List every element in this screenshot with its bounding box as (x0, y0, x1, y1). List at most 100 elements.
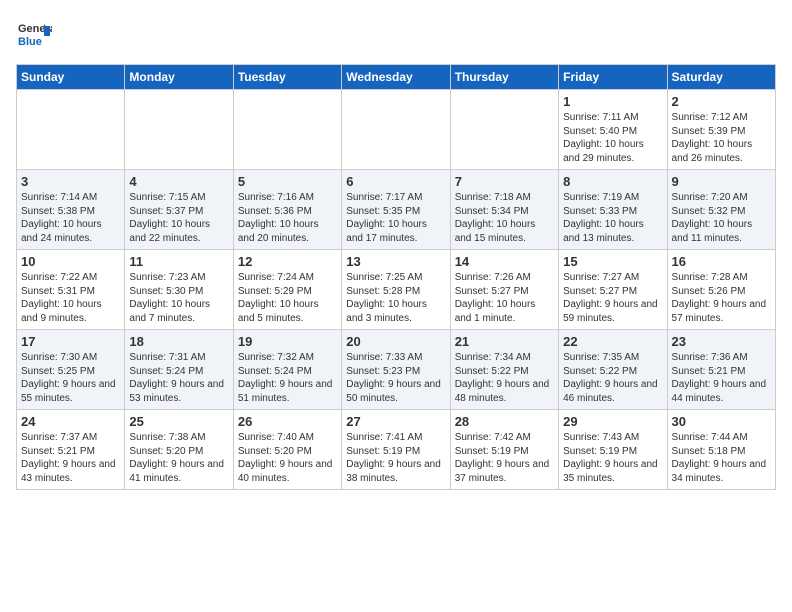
day-number: 14 (455, 254, 554, 269)
calendar-cell: 15 Sunrise: 7:27 AMSunset: 5:27 PMDayligh… (559, 250, 667, 330)
calendar-cell (342, 90, 450, 170)
day-number: 18 (129, 334, 228, 349)
calendar-cell: 9Sunrise: 7:20 AMSunset: 5:32 PMDaylight… (667, 170, 775, 250)
day-info: Sunrise: 7:12 AMSunset: 5:39 PMDaylight:… (672, 111, 771, 165)
calendar-cell: 23 Sunrise: 7:36 AMSunset: 5:21 PMDayligh… (667, 330, 775, 410)
day-info: Sunrise: 7:16 AMSunset: 5:36 PMDaylight:… (238, 191, 337, 245)
calendar-cell: 20 Sunrise: 7:33 AMSunset: 5:23 PMDayligh… (342, 330, 450, 410)
calendar-cell: 3 Sunrise: 7:14 AMSunset: 5:38 PMDaylight… (17, 170, 125, 250)
day-info: Sunrise: 7:38 AMSunset: 5:20 PMDaylight:… (129, 431, 228, 485)
day-number: 15 (563, 254, 662, 269)
day-info: Sunrise: 7:34 AMSunset: 5:22 PMDaylight:… (455, 351, 554, 405)
calendar-cell: 24 Sunrise: 7:37 AMSunset: 5:21 PMDayligh… (17, 410, 125, 490)
day-header-wednesday: Wednesday (342, 65, 450, 90)
day-info: Sunrise: 7:43 AMSunset: 5:19 PMDaylight:… (563, 431, 662, 485)
calendar-cell: 25 Sunrise: 7:38 AMSunset: 5:20 PMDayligh… (125, 410, 233, 490)
day-number: 30 (672, 414, 771, 429)
day-header-tuesday: Tuesday (233, 65, 341, 90)
logo: General Blue (16, 16, 52, 52)
day-info: Sunrise: 7:27 AMSunset: 5:27 PMDaylight:… (563, 271, 662, 325)
header: General Blue (16, 16, 776, 52)
day-info: Sunrise: 7:25 AMSunset: 5:28 PMDaylight:… (346, 271, 445, 325)
day-info: Sunrise: 7:36 AMSunset: 5:21 PMDaylight:… (672, 351, 771, 405)
day-header-thursday: Thursday (450, 65, 558, 90)
day-info: Sunrise: 7:11 AMSunset: 5:40 PMDaylight:… (563, 111, 662, 165)
day-info: Sunrise: 7:22 AMSunset: 5:31 PMDaylight:… (21, 271, 120, 325)
day-info: Sunrise: 7:20 AMSunset: 5:32 PMDaylight:… (672, 191, 771, 245)
calendar-table: SundayMondayTuesdayWednesdayThursdayFrid… (16, 64, 776, 490)
day-info: Sunrise: 7:17 AMSunset: 5:35 PMDaylight:… (346, 191, 445, 245)
week-row-2: 3 Sunrise: 7:14 AMSunset: 5:38 PMDaylight… (17, 170, 776, 250)
week-row-1: 1 Sunrise: 7:11 AMSunset: 5:40 PMDaylight… (17, 90, 776, 170)
day-number: 21 (455, 334, 554, 349)
day-number: 20 (346, 334, 445, 349)
day-info: Sunrise: 7:15 AMSunset: 5:37 PMDaylight:… (129, 191, 228, 245)
day-info: Sunrise: 7:37 AMSunset: 5:21 PMDaylight:… (21, 431, 120, 485)
header-row: SundayMondayTuesdayWednesdayThursdayFrid… (17, 65, 776, 90)
day-info: Sunrise: 7:33 AMSunset: 5:23 PMDaylight:… (346, 351, 445, 405)
day-info: Sunrise: 7:30 AMSunset: 5:25 PMDaylight:… (21, 351, 120, 405)
day-number: 1 (563, 94, 662, 109)
calendar-cell: 18 Sunrise: 7:31 AMSunset: 5:24 PMDayligh… (125, 330, 233, 410)
day-info: Sunrise: 7:44 AMSunset: 5:18 PMDaylight:… (672, 431, 771, 485)
calendar-cell: 6Sunrise: 7:17 AMSunset: 5:35 PMDaylight… (342, 170, 450, 250)
calendar-cell (125, 90, 233, 170)
calendar-cell: 14Sunrise: 7:26 AMSunset: 5:27 PMDayligh… (450, 250, 558, 330)
day-number: 17 (21, 334, 120, 349)
day-number: 24 (21, 414, 120, 429)
day-info: Sunrise: 7:40 AMSunset: 5:20 PMDaylight:… (238, 431, 337, 485)
day-number: 11 (129, 254, 228, 269)
day-number: 2 (672, 94, 771, 109)
calendar-cell: 7 Sunrise: 7:18 AMSunset: 5:34 PMDaylight… (450, 170, 558, 250)
calendar-cell: 16 Sunrise: 7:28 AMSunset: 5:26 PMDayligh… (667, 250, 775, 330)
day-number: 10 (21, 254, 120, 269)
day-number: 3 (21, 174, 120, 189)
calendar-cell: 13 Sunrise: 7:25 AMSunset: 5:28 PMDayligh… (342, 250, 450, 330)
calendar-cell: 8Sunrise: 7:19 AMSunset: 5:33 PMDaylight… (559, 170, 667, 250)
calendar-cell: 21 Sunrise: 7:34 AMSunset: 5:22 PMDayligh… (450, 330, 558, 410)
day-number: 22 (563, 334, 662, 349)
calendar-cell: 17 Sunrise: 7:30 AMSunset: 5:25 PMDayligh… (17, 330, 125, 410)
day-number: 23 (672, 334, 771, 349)
day-header-monday: Monday (125, 65, 233, 90)
day-info: Sunrise: 7:42 AMSunset: 5:19 PMDaylight:… (455, 431, 554, 485)
day-number: 26 (238, 414, 337, 429)
day-number: 13 (346, 254, 445, 269)
calendar-cell: 10 Sunrise: 7:22 AMSunset: 5:31 PMDayligh… (17, 250, 125, 330)
day-info: Sunrise: 7:32 AMSunset: 5:24 PMDaylight:… (238, 351, 337, 405)
day-info: Sunrise: 7:41 AMSunset: 5:19 PMDaylight:… (346, 431, 445, 485)
calendar-cell (450, 90, 558, 170)
day-info: Sunrise: 7:28 AMSunset: 5:26 PMDaylight:… (672, 271, 771, 325)
week-row-4: 17 Sunrise: 7:30 AMSunset: 5:25 PMDayligh… (17, 330, 776, 410)
day-info: Sunrise: 7:24 AMSunset: 5:29 PMDaylight:… (238, 271, 337, 325)
calendar-cell: 30 Sunrise: 7:44 AMSunset: 5:18 PMDayligh… (667, 410, 775, 490)
calendar-cell: 29 Sunrise: 7:43 AMSunset: 5:19 PMDayligh… (559, 410, 667, 490)
day-number: 27 (346, 414, 445, 429)
calendar-cell: 27 Sunrise: 7:41 AMSunset: 5:19 PMDayligh… (342, 410, 450, 490)
day-number: 29 (563, 414, 662, 429)
week-row-5: 24 Sunrise: 7:37 AMSunset: 5:21 PMDayligh… (17, 410, 776, 490)
day-info: Sunrise: 7:35 AMSunset: 5:22 PMDaylight:… (563, 351, 662, 405)
day-number: 16 (672, 254, 771, 269)
day-number: 8 (563, 174, 662, 189)
week-row-3: 10 Sunrise: 7:22 AMSunset: 5:31 PMDayligh… (17, 250, 776, 330)
day-number: 12 (238, 254, 337, 269)
calendar-cell: 1 Sunrise: 7:11 AMSunset: 5:40 PMDaylight… (559, 90, 667, 170)
calendar-cell: 12 Sunrise: 7:24 AMSunset: 5:29 PMDayligh… (233, 250, 341, 330)
calendar-cell: 5 Sunrise: 7:16 AMSunset: 5:36 PMDaylight… (233, 170, 341, 250)
day-number: 7 (455, 174, 554, 189)
day-header-sunday: Sunday (17, 65, 125, 90)
calendar-cell (17, 90, 125, 170)
calendar-cell (233, 90, 341, 170)
calendar-cell: 22 Sunrise: 7:35 AMSunset: 5:22 PMDayligh… (559, 330, 667, 410)
day-info: Sunrise: 7:14 AMSunset: 5:38 PMDaylight:… (21, 191, 120, 245)
calendar-cell: 26 Sunrise: 7:40 AMSunset: 5:20 PMDayligh… (233, 410, 341, 490)
day-info: Sunrise: 7:18 AMSunset: 5:34 PMDaylight:… (455, 191, 554, 245)
logo-icon: General Blue (16, 16, 52, 52)
calendar-cell: 28Sunrise: 7:42 AMSunset: 5:19 PMDayligh… (450, 410, 558, 490)
day-number: 19 (238, 334, 337, 349)
svg-text:Blue: Blue (18, 36, 42, 48)
day-number: 25 (129, 414, 228, 429)
day-info: Sunrise: 7:31 AMSunset: 5:24 PMDaylight:… (129, 351, 228, 405)
day-number: 5 (238, 174, 337, 189)
